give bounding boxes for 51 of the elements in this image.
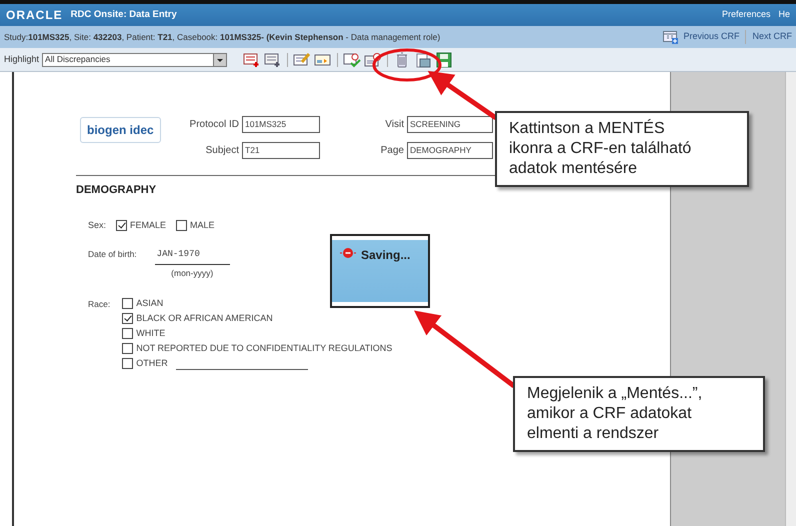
print-icon[interactable] [414, 52, 432, 68]
company-logo: biogen idec [80, 117, 161, 143]
text-field[interactable]: DEMOGRAPHY [407, 142, 493, 159]
option-label: NOT REPORTED DUE TO CONFIDENTIALITY REGULATIONS [136, 342, 392, 355]
field-label: Date of birth: [88, 248, 137, 261]
pointer-arrow [428, 70, 498, 120]
option-label: MALE [190, 218, 215, 232]
highlight-select[interactable]: All Discrepancies [42, 52, 228, 66]
saving-text: Saving... [361, 247, 410, 264]
option-label: ASIAN [136, 296, 164, 310]
field-label: Visit [384, 118, 404, 132]
callout-text: Kattintson a MENTÉS ikonra a CRF-en található adatok mentésére [495, 111, 749, 187]
option-label: FEMALE [130, 218, 166, 232]
brand-logo: ORACLE [6, 7, 63, 24]
checkbox[interactable] [122, 313, 134, 324]
add-discrepancy-icon[interactable] [243, 52, 262, 68]
approve-icon[interactable] [364, 52, 382, 68]
option-label: WHITE [136, 326, 166, 340]
text-field[interactable]: 101MS325 [242, 116, 320, 133]
crf-link[interactable]: Next CRF [752, 30, 792, 44]
spinner-icon [340, 246, 356, 260]
checkbox[interactable] [122, 343, 134, 354]
checkbox[interactable] [176, 220, 188, 231]
edit-icon[interactable] [293, 52, 312, 68]
text-field[interactable]: T21 [242, 142, 320, 159]
date-field[interactable]: JAN-1970 [154, 248, 230, 264]
context-info: Study:101MS325, Site: 432203, Patient: T21, Casebook: 101MS325- (Kevin Stephenson - Data management role) [4, 30, 440, 44]
option-label: OTHER [136, 356, 168, 370]
highlight-ring [372, 48, 442, 82]
crf-link[interactable]: Previous CRF [683, 30, 740, 44]
form-icon[interactable] [314, 52, 332, 68]
checkbox[interactable] [116, 220, 128, 231]
calendar-icon[interactable] [663, 30, 680, 44]
section-title: DEMOGRAPHY [76, 183, 156, 198]
field-label: Sex: [88, 218, 106, 232]
verify-icon[interactable] [343, 52, 362, 68]
add-note-icon[interactable] [264, 52, 282, 68]
option-label: BLACK OR AFRICAN AMERICAN [136, 312, 273, 325]
text-field[interactable]: SCREENING [407, 116, 493, 133]
header-link[interactable]: He [778, 8, 790, 22]
checkbox[interactable] [122, 298, 134, 309]
checkbox[interactable] [122, 328, 134, 339]
format-hint: (mon-yyyy) [171, 266, 214, 280]
field-label: Page [380, 144, 404, 158]
window-title: RDC Onsite: Data Entry [70, 8, 177, 22]
header-link[interactable]: Preferences [722, 8, 770, 22]
checkbox[interactable] [122, 358, 134, 369]
field-label: Race: [88, 298, 110, 311]
callout-text: Megjelenik a „Mentés...”, amikor a CRF adatokat elmenti a rendszer [513, 376, 765, 452]
highlight-label: Highlight [4, 52, 40, 66]
field-label: Subject [204, 144, 239, 158]
